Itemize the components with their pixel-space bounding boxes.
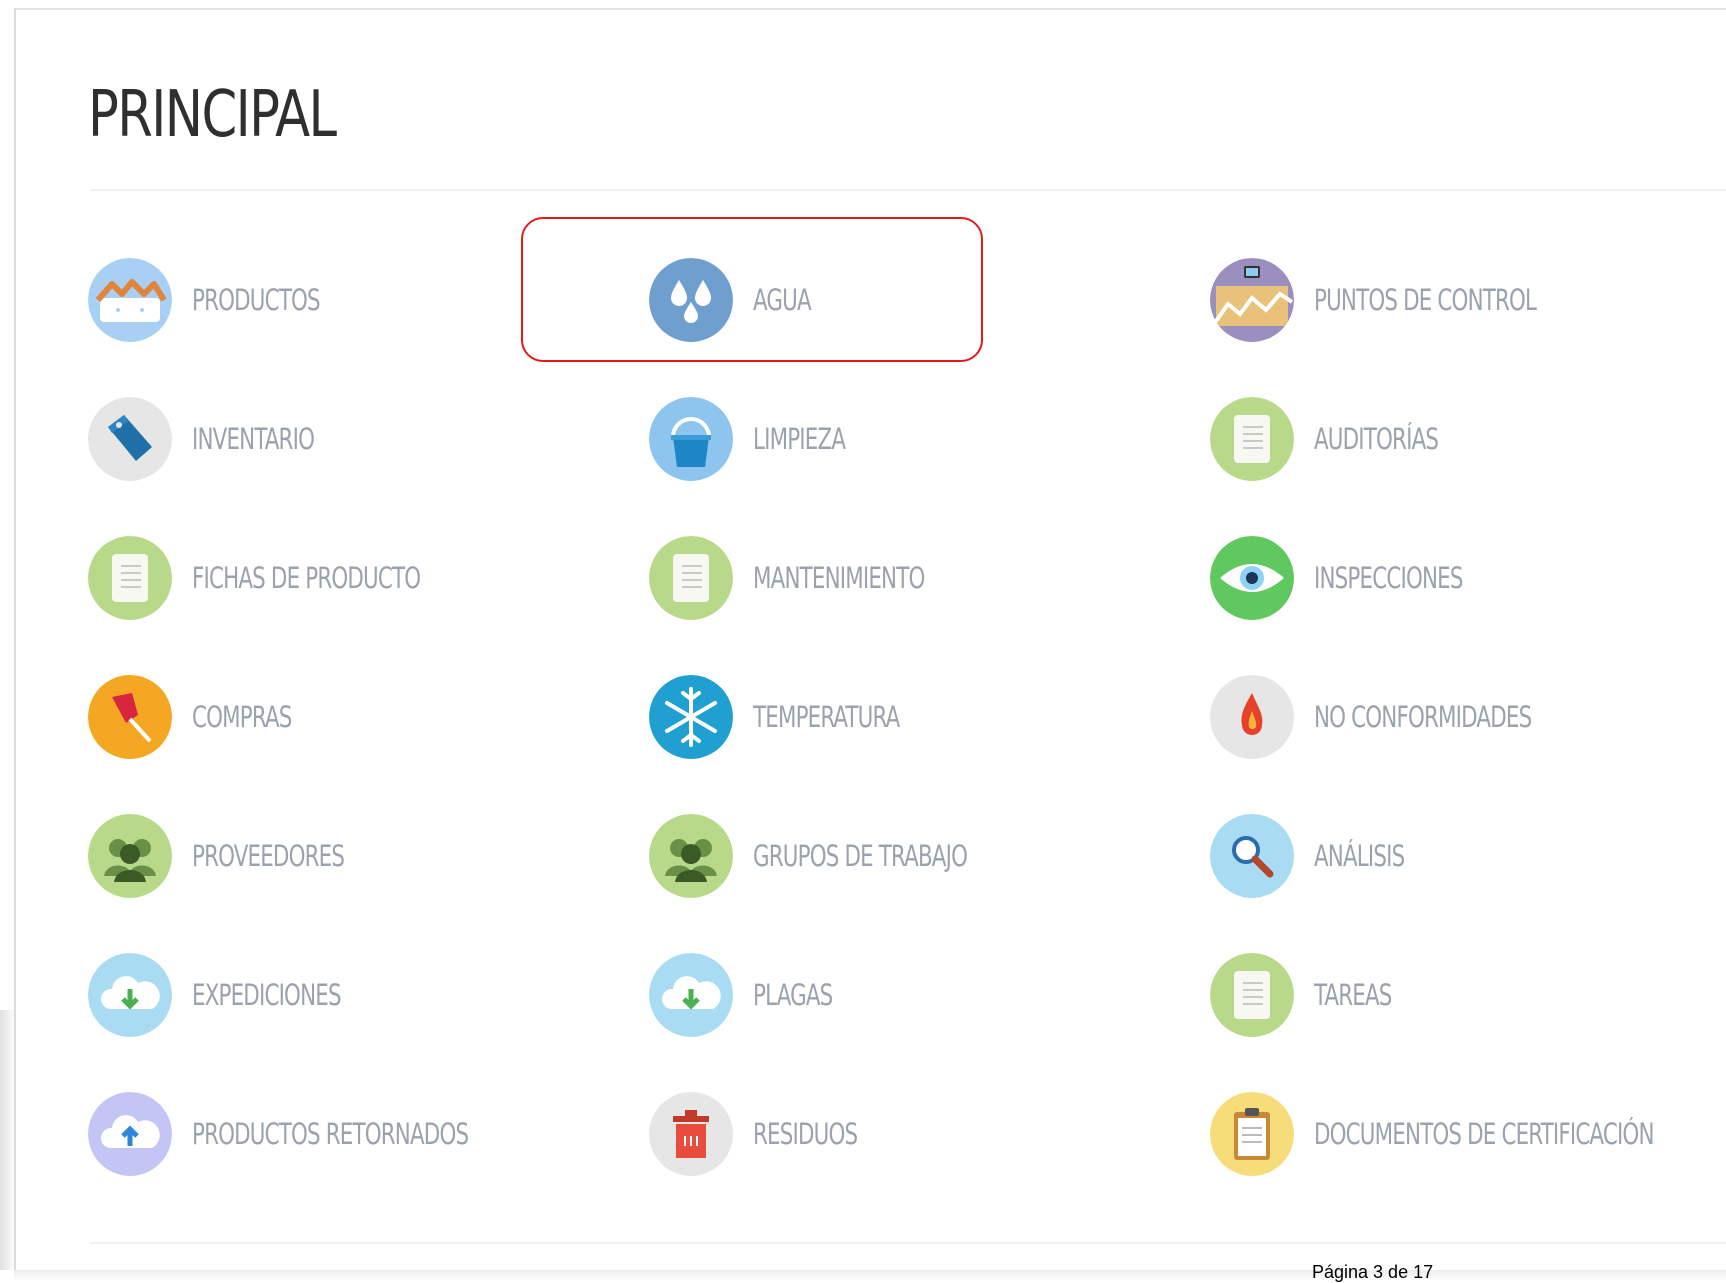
cloud-download-icon xyxy=(649,953,733,1037)
document-icon xyxy=(88,536,172,620)
menu-item-fichas-de-producto[interactable]: FICHAS DE PRODUCTO xyxy=(88,532,649,624)
menu-label: FICHAS DE PRODUCTO xyxy=(192,561,421,595)
eye-icon xyxy=(1210,536,1294,620)
menu-item-puntos-de-control[interactable]: PUNTOS DE CONTROL xyxy=(1210,254,1726,346)
menu-label: LIMPIEZA xyxy=(753,422,846,456)
menu-item-mantenimiento[interactable]: MANTENIMIENTO xyxy=(649,532,1210,624)
document-icon xyxy=(1210,397,1294,481)
menu-item-grupos-de-trabajo[interactable]: GRUPOS DE TRABAJO xyxy=(649,810,1210,902)
page-number: Página 3 de 17 xyxy=(1312,1262,1434,1282)
house-icon xyxy=(88,258,172,342)
main-menu-grid: PRODUCTOS AGUA PUNTOS DE CONTROL INVENTA… xyxy=(88,254,1726,1227)
menu-item-auditorias[interactable]: AUDITORÍAS xyxy=(1210,393,1726,485)
bottom-divider xyxy=(90,1242,1726,1244)
menu-label: PROVEEDORES xyxy=(192,839,345,873)
people-icon xyxy=(649,814,733,898)
menu-label: RESIDUOS xyxy=(753,1117,858,1151)
menu-label: PRODUCTOS RETORNADOS xyxy=(192,1117,469,1151)
highlight-box-agua xyxy=(521,217,983,362)
bucket-icon xyxy=(649,397,733,481)
menu-item-temperatura[interactable]: TEMPERATURA xyxy=(649,671,1210,763)
menu-label: NO CONFORMIDADES xyxy=(1314,700,1532,734)
control-chart-icon xyxy=(1210,258,1294,342)
snowflake-icon xyxy=(649,675,733,759)
cloud-upload-icon xyxy=(88,1092,172,1176)
menu-item-proveedores[interactable]: PROVEEDORES xyxy=(88,810,649,902)
menu-label: INSPECCIONES xyxy=(1314,561,1463,595)
menu-label: PRODUCTOS xyxy=(192,283,321,317)
people-icon xyxy=(88,814,172,898)
flame-icon xyxy=(1210,675,1294,759)
menu-label: TEMPERATURA xyxy=(753,700,900,734)
page-shadow xyxy=(0,1010,16,1270)
title-divider xyxy=(90,189,1726,191)
menu-item-residuos[interactable]: RESIDUOS xyxy=(649,1088,1210,1180)
menu-item-expediciones[interactable]: EXPEDICIONES xyxy=(88,949,649,1041)
clipboard-icon xyxy=(1210,1092,1294,1176)
menu-item-no-conformidades[interactable]: NO CONFORMIDADES xyxy=(1210,671,1726,763)
menu-item-documentos-de-certificacion[interactable]: DOCUMENTOS DE CERTIFICACIÓN xyxy=(1210,1088,1726,1180)
menu-item-inspecciones[interactable]: INSPECCIONES xyxy=(1210,532,1726,624)
menu-label: GRUPOS DE TRABAJO xyxy=(753,839,968,873)
page-edge-top xyxy=(14,8,1726,10)
menu-item-plagas[interactable]: PLAGAS xyxy=(649,949,1210,1041)
menu-label: MANTENIMIENTO xyxy=(753,561,925,595)
menu-label: DOCUMENTOS DE CERTIFICACIÓN xyxy=(1314,1117,1654,1151)
menu-label: INVENTARIO xyxy=(192,422,315,456)
page-title: PRINCIPAL xyxy=(88,78,337,152)
magnifier-icon xyxy=(1210,814,1294,898)
menu-item-analisis[interactable]: ANÁLISIS xyxy=(1210,810,1726,902)
menu-label: ANÁLISIS xyxy=(1314,839,1405,873)
trash-bin-icon xyxy=(649,1092,733,1176)
menu-label: AUDITORÍAS xyxy=(1314,422,1439,456)
document-icon xyxy=(1210,953,1294,1037)
menu-label: TAREAS xyxy=(1314,978,1392,1012)
menu-item-limpieza[interactable]: LIMPIEZA xyxy=(649,393,1210,485)
page-shadow-bottom xyxy=(14,1270,1726,1281)
menu-item-inventario[interactable]: INVENTARIO xyxy=(88,393,649,485)
menu-label: PLAGAS xyxy=(753,978,833,1012)
tag-icon xyxy=(88,397,172,481)
menu-item-tareas[interactable]: TAREAS xyxy=(1210,949,1726,1041)
menu-label: COMPRAS xyxy=(192,700,292,734)
menu-label: EXPEDICIONES xyxy=(192,978,342,1012)
menu-label: PUNTOS DE CONTROL xyxy=(1314,283,1537,317)
pushpin-icon xyxy=(88,675,172,759)
cloud-download-icon xyxy=(88,953,172,1037)
document-icon xyxy=(649,536,733,620)
menu-item-compras[interactable]: COMPRAS xyxy=(88,671,649,763)
menu-item-productos-retornados[interactable]: PRODUCTOS RETORNADOS xyxy=(88,1088,649,1180)
